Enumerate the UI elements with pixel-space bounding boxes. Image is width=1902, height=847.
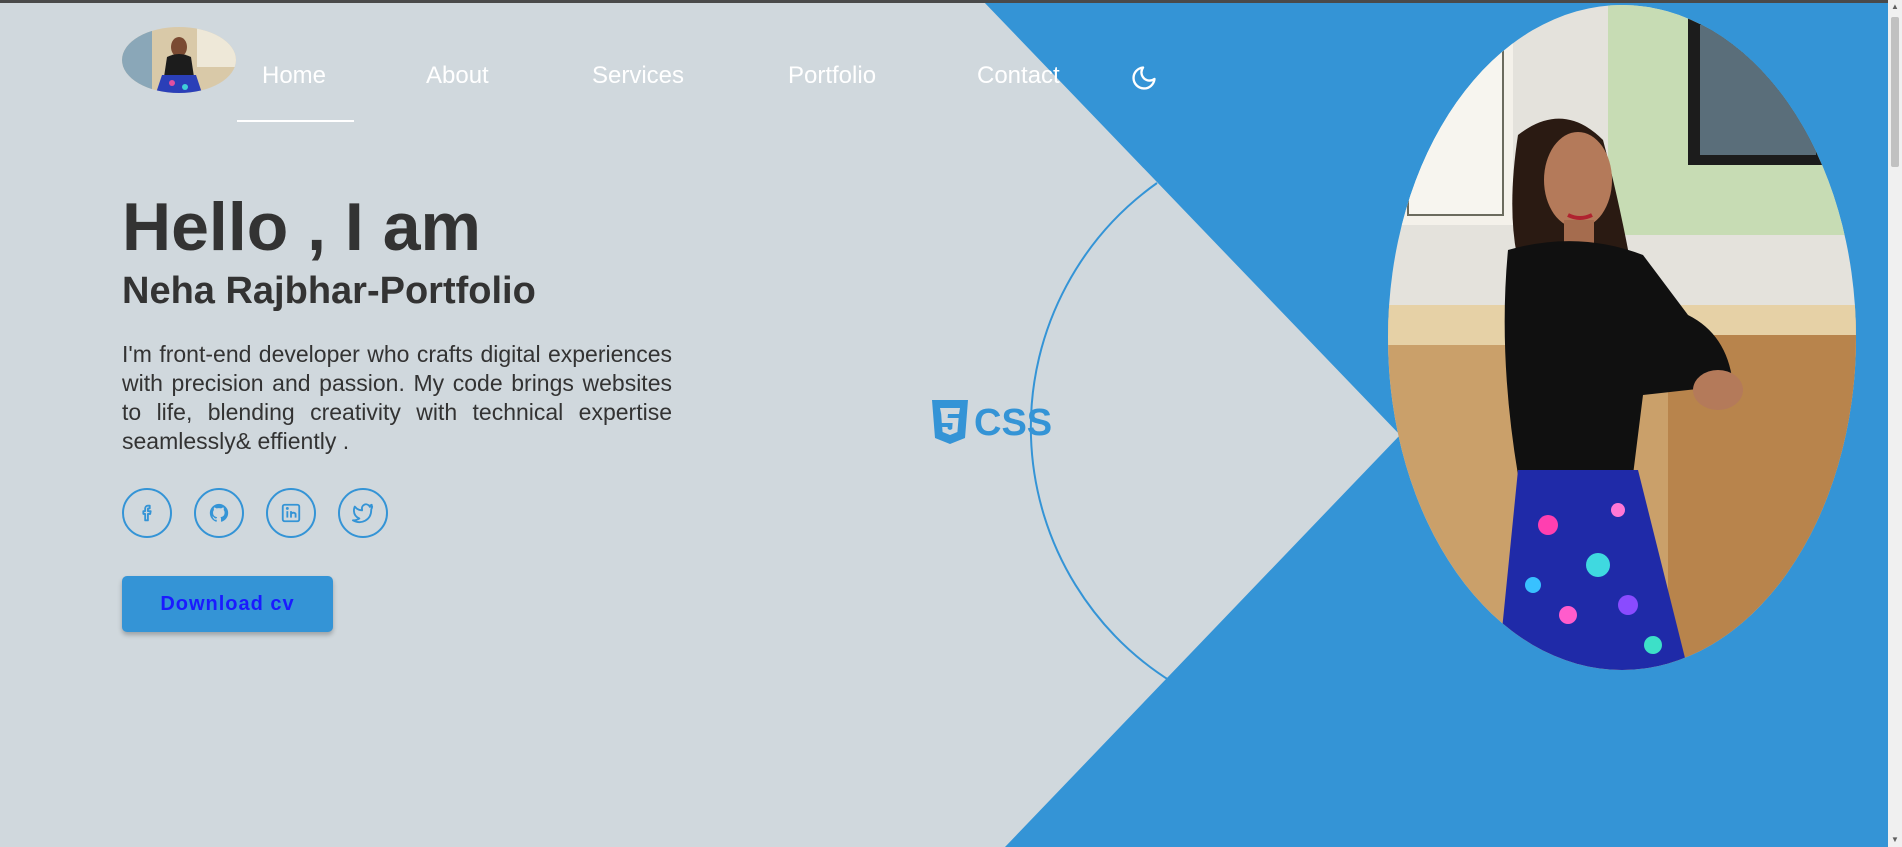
- css-label: CSS: [974, 401, 1053, 444]
- page-scrollbar[interactable]: ▲ ▼: [1888, 0, 1902, 847]
- linkedin-button[interactable]: [266, 488, 316, 538]
- facebook-button[interactable]: [122, 488, 172, 538]
- github-button[interactable]: [194, 488, 244, 538]
- scroll-up-arrow-icon[interactable]: ▲: [1888, 0, 1902, 14]
- hero-description: I'm front-end developer who crafts digit…: [122, 341, 672, 454]
- nav-active-underline: [237, 120, 354, 122]
- hero-name: Neha Rajbhar-Portfolio: [122, 270, 536, 312]
- nav-about[interactable]: About: [426, 62, 489, 90]
- profile-photo: [1388, 5, 1856, 670]
- twitter-button[interactable]: [338, 488, 388, 538]
- download-cv-button[interactable]: Download cv: [122, 576, 333, 632]
- moon-icon[interactable]: [1130, 64, 1158, 92]
- github-icon: [209, 503, 229, 522]
- twitter-icon: [352, 503, 374, 524]
- hero-greeting: Hello , I am: [122, 189, 481, 265]
- linkedin-icon: [281, 503, 301, 523]
- nav-contact[interactable]: Contact: [977, 62, 1060, 90]
- window-top-edge: [0, 0, 1888, 3]
- scroll-down-arrow-icon[interactable]: ▼: [1888, 833, 1902, 847]
- logo-avatar[interactable]: [122, 27, 236, 93]
- css3-icon: [932, 400, 968, 444]
- facebook-icon: [142, 504, 152, 522]
- css-skill-badge: CSS: [930, 400, 1052, 446]
- page: Home About Services Portfolio Contact He…: [0, 0, 1888, 847]
- nav-portfolio[interactable]: Portfolio: [788, 62, 876, 90]
- nav-services[interactable]: Services: [592, 62, 684, 90]
- nav-home[interactable]: Home: [262, 62, 326, 90]
- scroll-thumb[interactable]: [1891, 17, 1899, 167]
